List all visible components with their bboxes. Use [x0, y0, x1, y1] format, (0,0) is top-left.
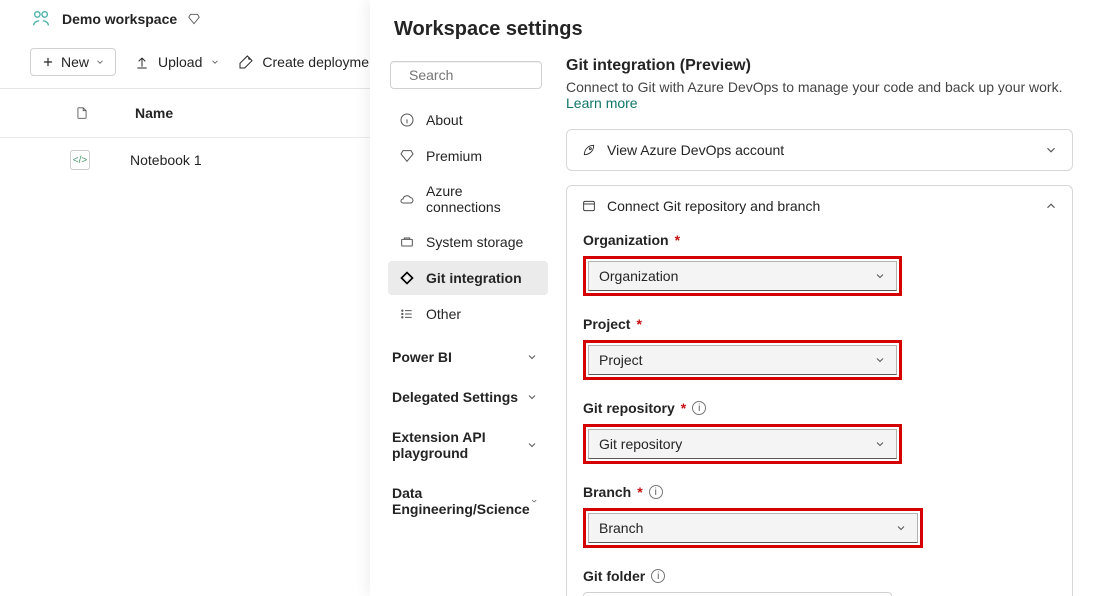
project-label: Project*: [583, 316, 1056, 332]
chevron-down-icon: [526, 351, 538, 363]
deploy-label: Create deployme: [262, 54, 369, 70]
name-column-header[interactable]: Name: [135, 105, 173, 121]
chevron-down-icon: [526, 391, 538, 403]
settings-search[interactable]: [390, 61, 542, 89]
document-icon: [75, 105, 95, 121]
nav-other-label: Other: [426, 306, 461, 322]
chevron-down-icon: [874, 438, 886, 450]
repo-select[interactable]: Git repository: [588, 429, 897, 459]
learn-more-link[interactable]: Learn more: [566, 95, 638, 111]
nav-system-storage[interactable]: System storage: [388, 225, 548, 259]
storage-icon: [398, 233, 416, 251]
connect-repo-card: Connect Git repository and branch Organi…: [566, 185, 1073, 596]
workspace-title: Demo workspace: [62, 11, 177, 27]
organization-label: Organization*: [583, 232, 1056, 248]
workspace-settings-panel: Workspace settings About Premium Azure c…: [370, 0, 1101, 596]
nav-other[interactable]: Other: [388, 297, 548, 331]
section-extension-api[interactable]: Extension API playground: [388, 419, 548, 467]
repo-value: Git repository: [599, 436, 682, 452]
chevron-down-icon: [874, 270, 886, 282]
nav-premium-label: Premium: [426, 148, 482, 164]
section-data-engineering[interactable]: Data Engineering/Science: [388, 475, 548, 523]
panel-title: Workspace settings: [370, 0, 1101, 53]
nav-about[interactable]: About: [388, 103, 548, 137]
chevron-down-icon: [526, 439, 538, 451]
list-item-name: Notebook 1: [130, 152, 202, 168]
premium-icon: [187, 12, 201, 26]
project-value: Project: [599, 352, 643, 368]
workspace-icon: [30, 8, 52, 30]
connect-repo-label: Connect Git repository and branch: [607, 198, 820, 214]
organization-value: Organization: [599, 268, 678, 284]
diamond-icon: [398, 147, 416, 165]
organization-select[interactable]: Organization: [588, 261, 897, 291]
create-deployment-button[interactable]: Create deployme: [238, 54, 369, 70]
git-integration-heading: Git integration (Preview): [566, 57, 1073, 75]
organization-highlight: Organization: [583, 256, 902, 296]
notebook-icon: </>: [70, 150, 90, 170]
upload-label: Upload: [158, 54, 202, 70]
git-icon: [398, 269, 416, 287]
section-power-bi-label: Power BI: [392, 349, 452, 365]
nav-storage-label: System storage: [426, 234, 523, 250]
section-data-eng-label: Data Engineering/Science: [392, 485, 530, 517]
section-delegated[interactable]: Delegated Settings: [388, 379, 548, 411]
settings-sidebar: About Premium Azure connections System s…: [370, 53, 556, 596]
list-icon: [398, 305, 416, 323]
chevron-down-icon: [895, 522, 907, 534]
repo-label: Git repository* i: [583, 400, 1056, 416]
nav-premium[interactable]: Premium: [388, 139, 548, 173]
nav-azure-connections[interactable]: Azure connections: [388, 175, 548, 223]
info-icon[interactable]: i: [649, 485, 663, 499]
chevron-up-icon: [1044, 199, 1058, 213]
git-folder-input[interactable]: [583, 592, 892, 596]
new-button[interactable]: New: [30, 48, 116, 76]
folder-label: Git folder i: [583, 568, 1056, 584]
rocket-icon: [581, 142, 597, 158]
settings-content: Git integration (Preview) Connect to Git…: [556, 53, 1101, 596]
branch-highlight: Branch: [583, 508, 923, 548]
nav-about-label: About: [426, 112, 463, 128]
section-power-bi[interactable]: Power BI: [388, 339, 548, 371]
branch-value: Branch: [599, 520, 643, 536]
project-highlight: Project: [583, 340, 902, 380]
chevron-down-icon: [874, 354, 886, 366]
nav-git-label: Git integration: [426, 270, 522, 286]
cloud-icon: [398, 190, 416, 208]
new-button-label: New: [61, 54, 89, 70]
upload-button[interactable]: Upload: [134, 54, 220, 70]
connect-repo-header[interactable]: Connect Git repository and branch: [567, 186, 1072, 226]
info-icon: [398, 111, 416, 129]
branch-select[interactable]: Branch: [588, 513, 918, 543]
chevron-down-icon: [530, 495, 538, 507]
section-extension-api-label: Extension API playground: [392, 429, 512, 461]
info-icon[interactable]: i: [651, 569, 665, 583]
view-devops-account-card[interactable]: View Azure DevOps account: [566, 129, 1073, 171]
repo-icon: [581, 198, 597, 214]
info-icon[interactable]: i: [692, 401, 706, 415]
repo-highlight: Git repository: [583, 424, 902, 464]
view-devops-label: View Azure DevOps account: [607, 142, 784, 158]
git-integration-subtitle: Connect to Git with Azure DevOps to mana…: [566, 79, 1073, 111]
project-select[interactable]: Project: [588, 345, 897, 375]
section-delegated-label: Delegated Settings: [392, 389, 518, 405]
chevron-down-icon: [1044, 143, 1058, 157]
nav-azure-label: Azure connections: [426, 183, 538, 215]
branch-label: Branch* i: [583, 484, 1056, 500]
nav-git-integration[interactable]: Git integration: [388, 261, 548, 295]
